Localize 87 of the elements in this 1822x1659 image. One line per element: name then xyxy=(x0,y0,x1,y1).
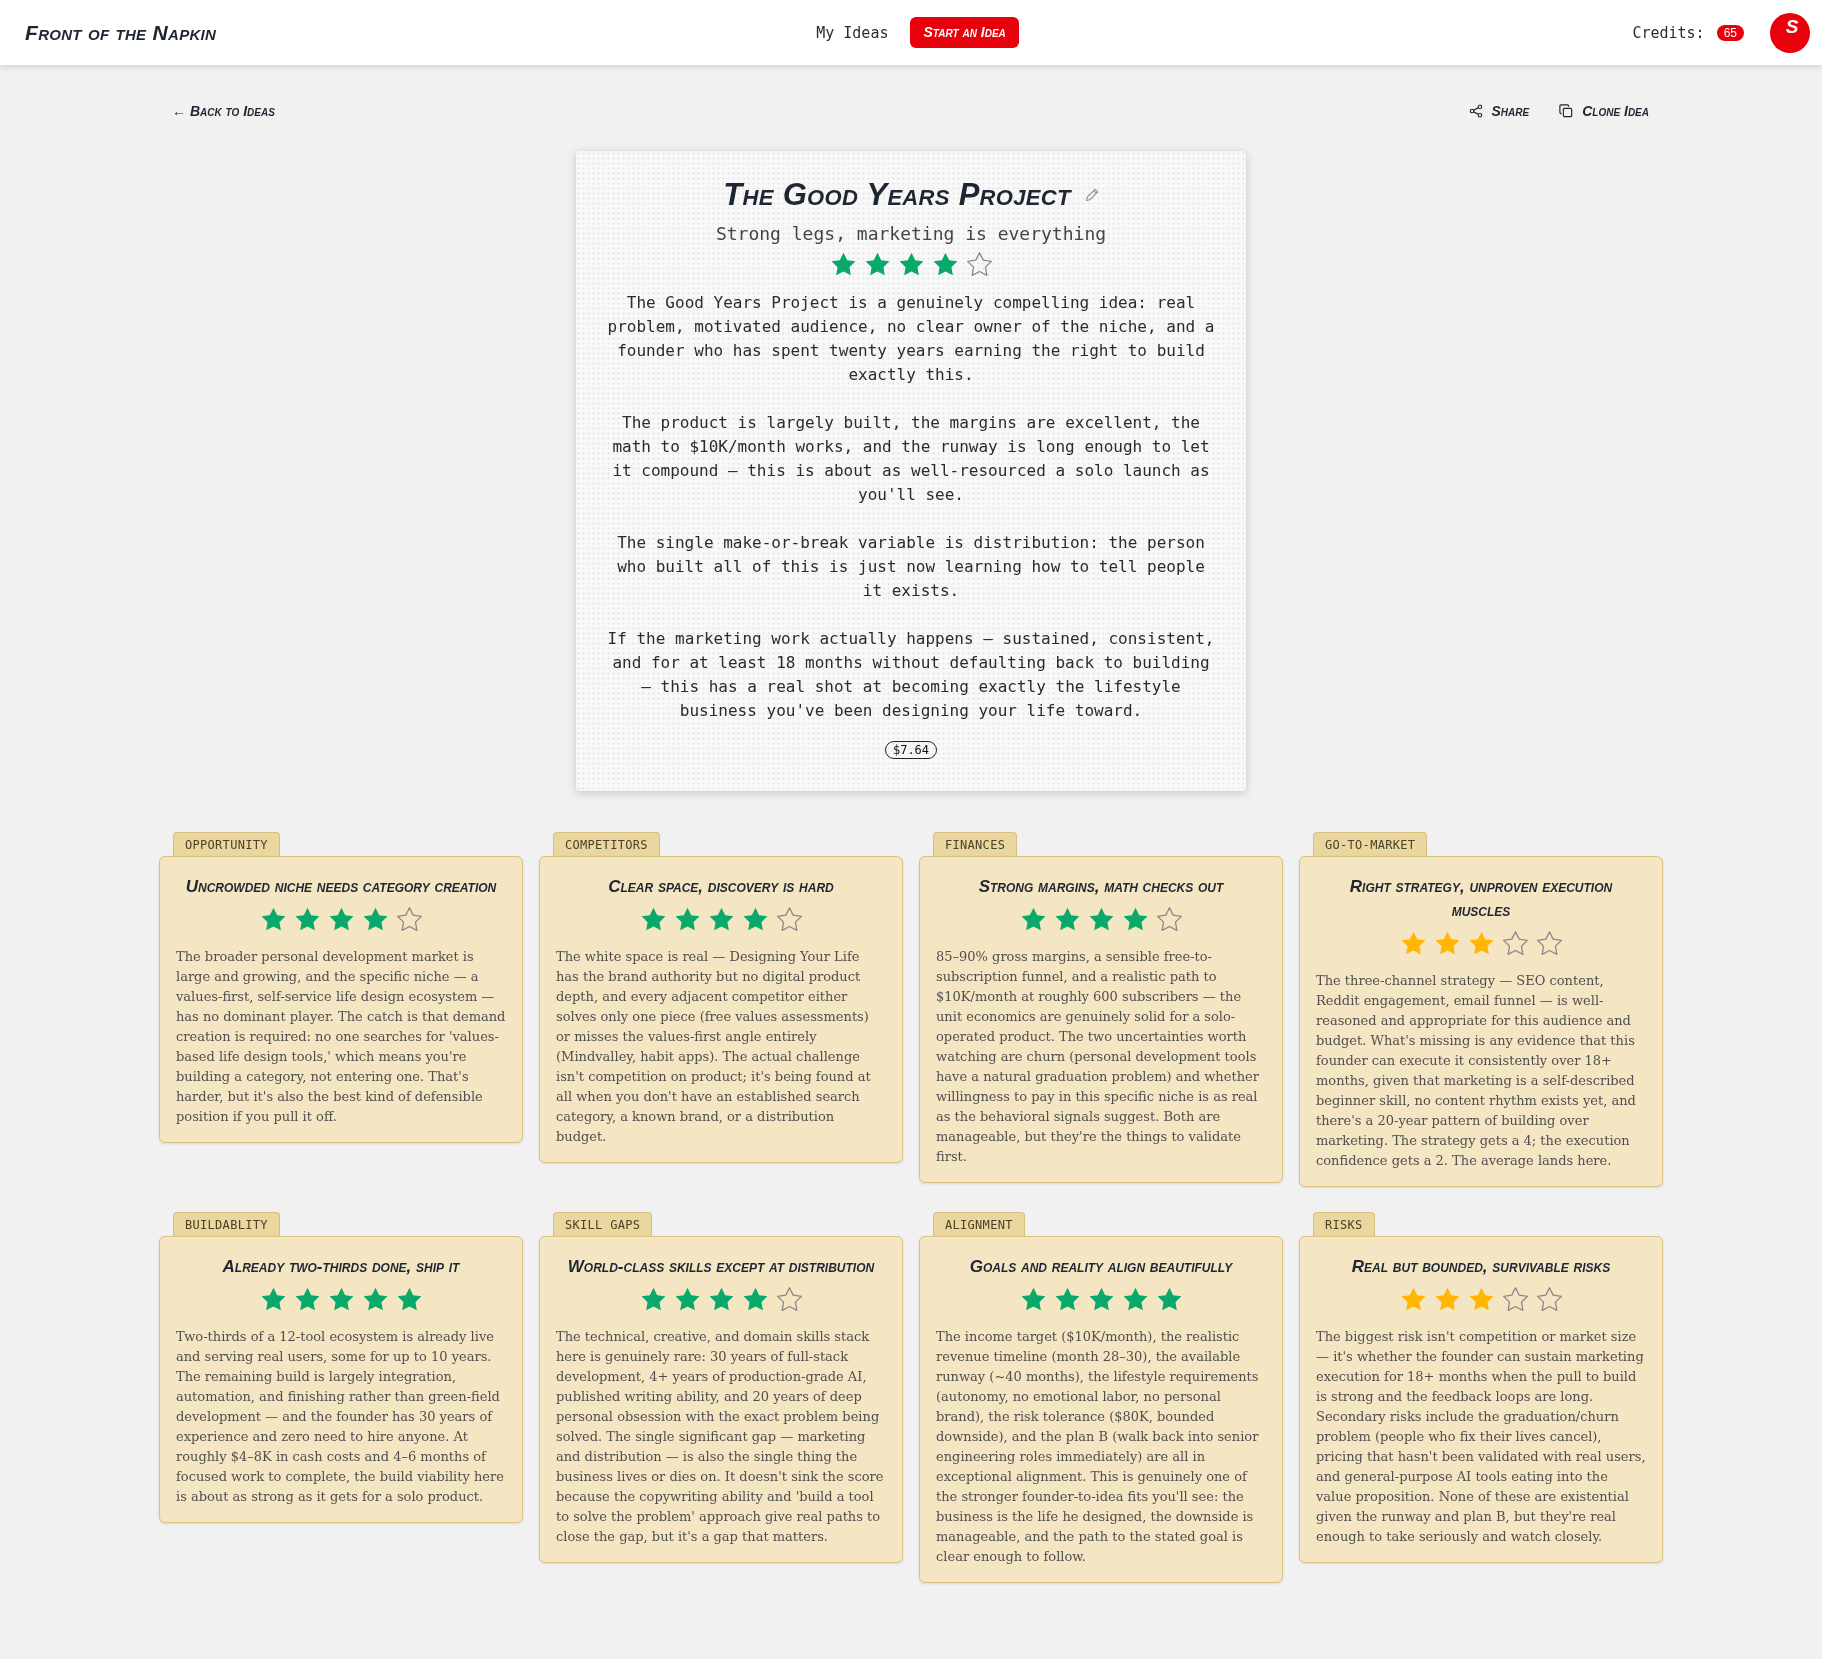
star-icon xyxy=(1400,1287,1426,1311)
section-title: Already two-thirds done, ship it xyxy=(222,1256,460,1278)
star-icon xyxy=(1122,907,1148,931)
star-icon xyxy=(1400,931,1426,955)
section-text: The three-channel strategy — SEO content, Reddit engagement, email funnel — is well-reasoned and appropriate for this audience and budget. What's missing is any evidence that this founder can execute it consistently over 18+ months, given that marketing is a self-described beginner skill, no content rhythm exists yet, and there's a 20-year pattern of building over marketing. The strategy gets a 4; the execution confidence gets a 2. The average lands here. xyxy=(1316,972,1637,1170)
star-icon xyxy=(898,252,924,276)
section-title: Goals and reality align beautifully xyxy=(969,1256,1233,1278)
star-icon xyxy=(294,907,320,931)
star-icon xyxy=(640,1287,666,1311)
summary-paragraph: The single make-or-break variable is distribution: the person who built all of this is just now learning how to tell people it exists. xyxy=(616,532,1206,602)
pencil-icon[interactable] xyxy=(1084,188,1099,202)
star-icon xyxy=(674,907,700,931)
category-label: ALIGNMENT xyxy=(933,1212,1025,1236)
section-text: Two-thirds of a 12-tool ecosystem is already live and serving real users, some for up to 10 years. The remaining build is largely integration, automation, and finishing rather than green-field development — and the founder has 30 years of experience and zero need to hire anyone. At roughly $4–8K in cash costs and 4–6 months of focused work to complete, the build viability here is about as strong as it gets for a solo product. xyxy=(176,1328,505,1506)
copy-icon xyxy=(1559,104,1574,118)
section-text: The technical, creative, and domain skills stack here is genuinely rare: 30 years of full-stack development, 4+ years of production-grade AI, published writing ability, and 20 years of deep personal obsession with the exact problem being solved. The single significant gap — marketing and distribution — is also the single thing the business lives or dies on. It doesn't sink the score because the copywriting ability and 'build a tool to solve the problem' approach give real paths to close the gap, but it's a gap that matters. xyxy=(556,1328,885,1546)
category-label: GO-TO-MARKET xyxy=(1313,832,1428,856)
section-text: The broader personal development market is large and growing, and the specific niche — a values-first, self-service life design ecosystem — has no dominant player. The catch is that demand creation is required: no one searches for 'values-based life design tools,' which means you're building a category, not entering one. That's harder, but it's also the best kind of defensible position if you pull it off. xyxy=(176,948,506,1126)
star-icon xyxy=(932,252,958,276)
user-avatar[interactable]: S xyxy=(1770,12,1810,53)
empty-star-icon xyxy=(776,1287,802,1311)
category-label: RISKS xyxy=(1313,1212,1375,1236)
empty-star-icon xyxy=(1536,1287,1562,1311)
empty-star-icon xyxy=(1536,931,1562,955)
star-icon xyxy=(640,907,666,931)
empty-star-icon xyxy=(1502,931,1528,955)
section-title: Strong margins, math checks out xyxy=(978,876,1224,898)
star-icon xyxy=(328,907,354,931)
star-icon xyxy=(1020,1287,1046,1311)
credits-badge: 65 xyxy=(1716,24,1744,41)
empty-star-icon xyxy=(1502,1287,1528,1311)
section-text: 85–90% gross margins, a sensible free-to-subscription funnel, and a realistic path to $10K/month at roughly 600 subscribers — the unit economics are genuinely solid for a solo-operated product. The two uncertainties worth watching are churn (personal development tools have a natural graduation problem) and whether willingness to pay in this specific niche is as real as the behavioral signals suggest. Both are manageable, but they're the things to validate first. xyxy=(936,948,1260,1166)
category-label: BUILDABLITY xyxy=(173,1212,280,1236)
star-icon xyxy=(1020,907,1046,931)
star-icon xyxy=(260,907,286,931)
star-icon xyxy=(362,907,388,931)
nav-link[interactable]: My Ideas xyxy=(816,23,889,42)
star-icon xyxy=(1468,1287,1494,1311)
category-label: COMPETITORS xyxy=(553,832,660,856)
section-title: Clear space, discovery is hard xyxy=(608,876,834,898)
star-icon xyxy=(1088,1287,1114,1311)
star-icon xyxy=(1054,907,1080,931)
star-icon xyxy=(362,1287,388,1311)
star-icon xyxy=(1434,1287,1460,1311)
app-logo[interactable]: Front of the Napkin xyxy=(25,20,217,45)
star-icon xyxy=(674,1287,700,1311)
star-icon xyxy=(260,1287,286,1311)
toolbar-link[interactable]: Share xyxy=(1468,103,1530,119)
star-icon xyxy=(1468,931,1494,955)
star-icon xyxy=(830,252,856,276)
category-label: FINANCES xyxy=(933,832,1018,856)
section-text: The biggest risk isn't competition or market size — it's whether the founder can sustain marketing execution for 18+ months when the pull to build is strong and the feedback loops are long. Secondary risks include the graduation/churn problem (people who fix their lives cancel), pricing that hasn't been validated with real users, and general-purpose AI tools eating into the value proposition. None of these are existential given the runway and plan B, but they're real enough to take seriously and watch closely. xyxy=(1316,1328,1646,1546)
back-link[interactable]: ← Back to Ideas xyxy=(172,103,275,119)
star-icon xyxy=(1156,1287,1182,1311)
star-icon xyxy=(708,1287,734,1311)
idea-tagline: Strong legs, marketing is everything xyxy=(715,222,1107,246)
section-title: Uncrowded niche needs category creation xyxy=(185,876,497,898)
section-title: Right strategy, unproven execution muscles xyxy=(1348,876,1614,922)
star-icon xyxy=(864,252,890,276)
empty-star-icon xyxy=(1156,907,1182,931)
star-icon xyxy=(708,907,734,931)
share-icon xyxy=(1468,104,1483,118)
empty-star-icon xyxy=(396,907,422,931)
star-icon xyxy=(396,1287,422,1311)
star-icon xyxy=(294,1287,320,1311)
credits-label: Credits: xyxy=(1632,23,1705,42)
summary-paragraph: If the marketing work actually happens — sustained, consistent, and for at least 18 months without defaulting back to building — this has a real shot at becoming exactly the lifestyle business you've been designing your life toward. xyxy=(606,628,1216,722)
empty-star-icon xyxy=(776,907,802,931)
star-icon xyxy=(1434,931,1460,955)
star-icon xyxy=(742,907,768,931)
toolbar-link[interactable]: Clone Idea xyxy=(1559,103,1649,119)
section-title: World-class skills except at distribution xyxy=(567,1256,875,1278)
summary-paragraph: The Good Years Project is a genuinely compelling idea: real problem, motivated audience, no clear owner of the niche, and a founder who has spent twenty years earning the right to build exactly this. xyxy=(606,292,1216,386)
star-icon xyxy=(1088,907,1114,931)
section-text: The income target ($10K/month), the realistic revenue timeline (month 28–30), the available runway (~40 months), the lifestyle requirements (autonomy, no emotional labor, no personal brand), the risk tolerance ($80K, bounded downside), and the plan B (walk back into senior engineering roles immediately) are all in exceptional alignment. This is genuinely one of the stronger founder-to-idea fits you'll see: the business is the life he designed, the downside is manageable, and the path to the stated goal is clear enough to follow. xyxy=(936,1328,1260,1566)
category-label: OPPORTUNITY xyxy=(173,832,280,856)
star-icon xyxy=(328,1287,354,1311)
section-text: The white space is real — Designing Your Life has the brand authority but no digital product depth, and every adjacent competitor either solves only one piece (free values assessments) or misses the values-first angle entirely (Mindvalley, habit apps). The actual challenge isn't competition on product; it's being found at all when you don't have an established search category, a known brand, or a distribution budget. xyxy=(556,948,872,1146)
section-title: Real but bounded, survivable risks xyxy=(1351,1256,1611,1278)
cta-button[interactable]: Start an Idea xyxy=(910,17,1019,48)
star-icon xyxy=(1054,1287,1080,1311)
idea-title: The Good Years Project xyxy=(723,177,1071,213)
star-icon xyxy=(742,1287,768,1311)
category-label: SKILL GAPS xyxy=(553,1212,653,1236)
empty-star-icon xyxy=(966,252,992,276)
star-icon xyxy=(1122,1287,1148,1311)
summary-paragraph: The product is largely built, the margins are excellent, the math to $10K/month works, and the runway is long enough to let it compound — this is about as well-resourced a solo launch as you'll see. xyxy=(611,412,1211,506)
